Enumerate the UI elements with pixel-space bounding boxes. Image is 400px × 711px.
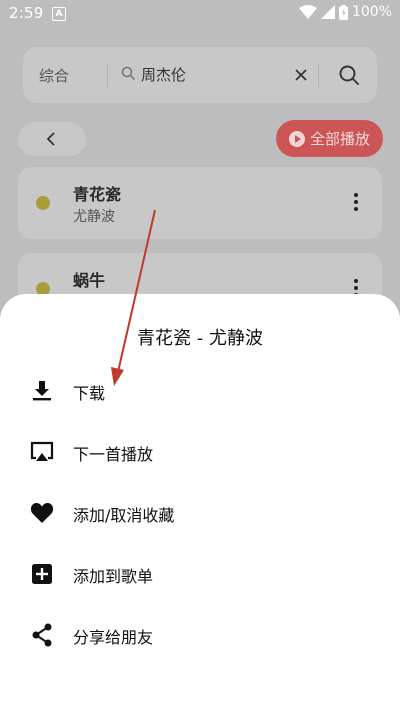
play-icon [289, 130, 305, 147]
menu-item-label: 添加/取消收藏 [73, 506, 175, 525]
back-button[interactable] [18, 122, 86, 156]
share-icon [32, 623, 52, 647]
add-box-icon [32, 564, 52, 584]
song-title: 蜗牛 [73, 271, 106, 290]
menu-item-label: 添加到歌单 [73, 567, 154, 586]
chevron-left-icon [46, 132, 55, 146]
menu-item-label: 下载 [73, 384, 106, 403]
song-options-sheet: 青花瓷 - 尤静波 下载 下一首播放 添加/取消收藏 添加到歌单 分享给朋友 [0, 294, 400, 711]
wifi-icon [298, 5, 317, 19]
menu-item-add-to-playlist[interactable]: 添加到歌单 [0, 547, 400, 603]
airplay-icon [30, 441, 54, 461]
notification-icon: A [52, 7, 66, 21]
search-bar: 综合 周杰伦 [23, 47, 377, 103]
battery-percent: 100% [351, 4, 392, 20]
more-vert-icon[interactable] [354, 193, 358, 214]
heart-icon [30, 503, 54, 523]
divider [107, 63, 108, 87]
song-row[interactable]: 青花瓷 尤静波 [18, 167, 382, 239]
signal-icon [320, 5, 335, 19]
menu-item-download[interactable]: 下载 [0, 364, 400, 420]
song-artist: 尤静波 [73, 209, 115, 225]
status-time: 2:59 [9, 4, 44, 22]
menu-item-label: 下一首播放 [73, 445, 154, 464]
close-icon[interactable] [291, 65, 311, 85]
status-bar: 2:59 A 100% [0, 0, 400, 28]
sheet-title: 青花瓷 - 尤静波 [137, 328, 263, 349]
play-all-button[interactable]: 全部播放 [276, 120, 383, 157]
divider [318, 63, 319, 87]
menu-item-share[interactable]: 分享给朋友 [0, 608, 400, 664]
search-input[interactable]: 周杰伦 [141, 64, 186, 85]
menu-item-favorite[interactable]: 添加/取消收藏 [0, 486, 400, 542]
song-title: 青花瓷 [73, 185, 122, 204]
search-icon [121, 66, 135, 80]
search-button-icon[interactable] [338, 64, 360, 86]
menu-item-label: 分享给朋友 [73, 628, 154, 647]
menu-item-play-next[interactable]: 下一首播放 [0, 425, 400, 481]
battery-icon [338, 4, 348, 20]
play-all-label: 全部播放 [310, 130, 371, 148]
search-type-selector[interactable]: 综合 [39, 65, 69, 86]
song-status-dot [36, 196, 50, 210]
download-icon [33, 381, 51, 401]
